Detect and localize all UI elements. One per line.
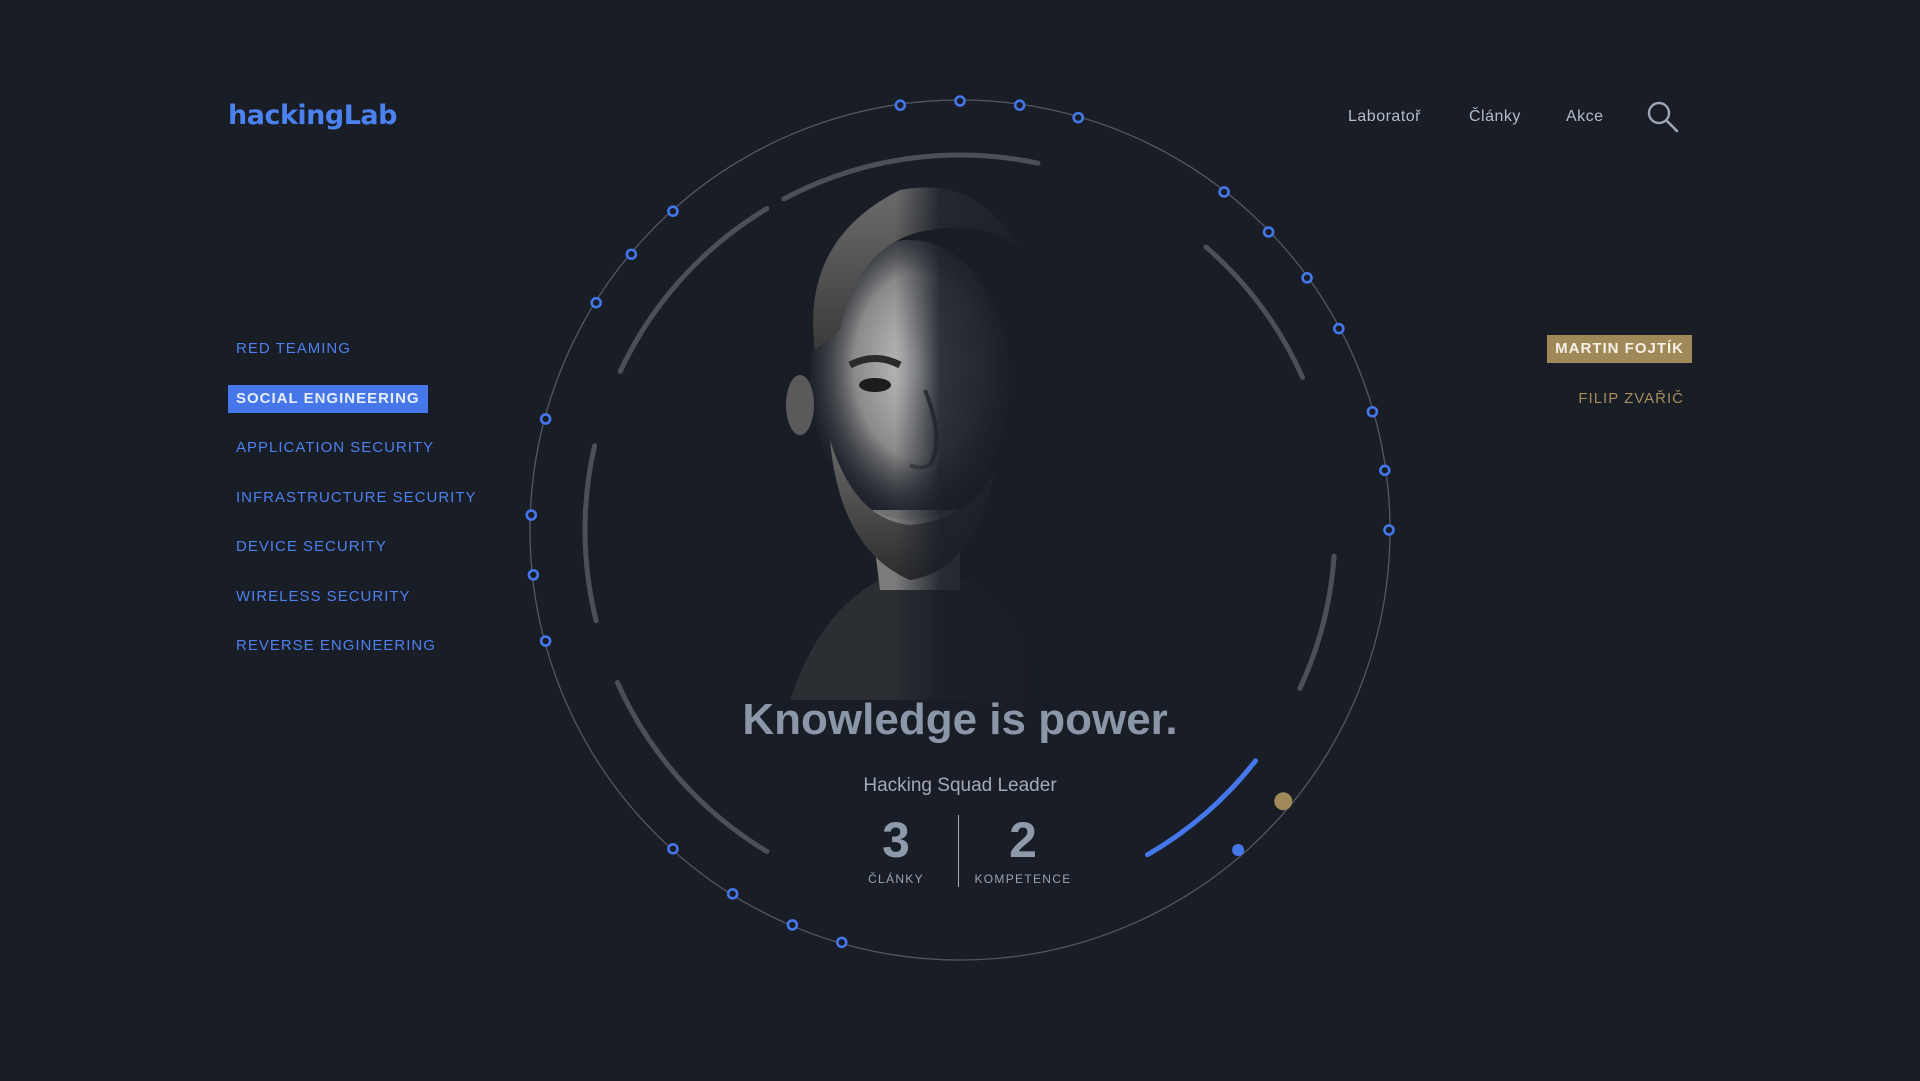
stat-competences-label: KOMPETENCE: [974, 872, 1072, 886]
orbit-marker[interactable]: [539, 635, 552, 647]
orbit-dot-active[interactable]: [1232, 843, 1245, 856]
orbit-marker[interactable]: [1262, 226, 1275, 238]
orbit-marker[interactable]: [1332, 322, 1345, 335]
page: hackingLab Laboratoř Články Akce RED TEA…: [0, 0, 1920, 1081]
orbit-marker[interactable]: [590, 296, 602, 309]
category-infrastructure-security[interactable]: INFRASTRUCTURE SECURITY: [228, 484, 485, 512]
portrait-image: [760, 180, 1060, 720]
orbit-marker[interactable]: [954, 95, 966, 107]
nav-link-akce[interactable]: Akce: [1566, 105, 1604, 129]
stat-articles-value: 3: [882, 812, 910, 868]
orbit-marker[interactable]: [1301, 272, 1313, 284]
orbit-marker[interactable]: [894, 99, 907, 111]
orbit-marker[interactable]: [625, 248, 638, 261]
stat-competences[interactable]: 2 KOMPETENCE: [963, 812, 1083, 888]
orbit-marker[interactable]: [527, 569, 540, 581]
stat-divider: [958, 815, 959, 887]
person-filip-zvaric[interactable]: FILIP ZVAŘIČ: [1570, 385, 1692, 413]
nav-link-laborator[interactable]: Laboratoř: [1348, 105, 1421, 129]
inner-arc-progress: [1145, 758, 1258, 858]
category-application-security[interactable]: APPLICATION SECURITY: [228, 434, 442, 462]
profile-role: Hacking Squad Leader: [863, 775, 1057, 796]
orbit-marker[interactable]: [1379, 464, 1391, 477]
orbit-marker[interactable]: [835, 936, 848, 949]
orbit-marker[interactable]: [1072, 111, 1085, 124]
logo[interactable]: hackingLab: [228, 98, 397, 134]
stat-articles-label: ČLÁNKY: [868, 872, 924, 886]
category-device-security[interactable]: DEVICE SECURITY: [228, 533, 395, 561]
orbit-marker[interactable]: [1383, 524, 1395, 536]
person-martin-fojtik[interactable]: MARTIN FOJTÍK: [1547, 335, 1692, 363]
orbit-marker[interactable]: [1013, 99, 1026, 111]
orbit-marker[interactable]: [525, 509, 538, 521]
stat-articles[interactable]: 3 ČLÁNKY: [836, 812, 956, 888]
orbit-marker[interactable]: [1366, 405, 1379, 418]
category-red-teaming[interactable]: RED TEAMING: [228, 335, 359, 363]
orbit-marker[interactable]: [667, 205, 679, 217]
orbit-dot-person[interactable]: [1274, 792, 1293, 811]
category-reverse-engineering[interactable]: REVERSE ENGINEERING: [228, 632, 444, 660]
category-social-engineering[interactable]: SOCIAL ENGINEERING: [228, 385, 428, 413]
nav-link-clanky[interactable]: Články: [1469, 105, 1521, 129]
inner-arc-right-upper: [1203, 244, 1306, 380]
orbit-marker[interactable]: [726, 888, 739, 900]
profile-quote: Knowledge is power.: [742, 695, 1178, 744]
inner-arc-left: [582, 443, 599, 624]
search-icon: [1647, 101, 1679, 133]
search-button[interactable]: [1646, 100, 1680, 134]
category-wireless-security[interactable]: WIRELESS SECURITY: [228, 583, 419, 611]
stat-competences-value: 2: [1009, 812, 1037, 868]
inner-arc-left-upper: [617, 206, 770, 375]
orbit-marker[interactable]: [1218, 186, 1230, 198]
orbit-marker[interactable]: [786, 919, 799, 931]
orbit-marker[interactable]: [539, 413, 552, 425]
inner-arc-right-lower: [1297, 553, 1337, 691]
orbit-marker[interactable]: [667, 843, 679, 855]
